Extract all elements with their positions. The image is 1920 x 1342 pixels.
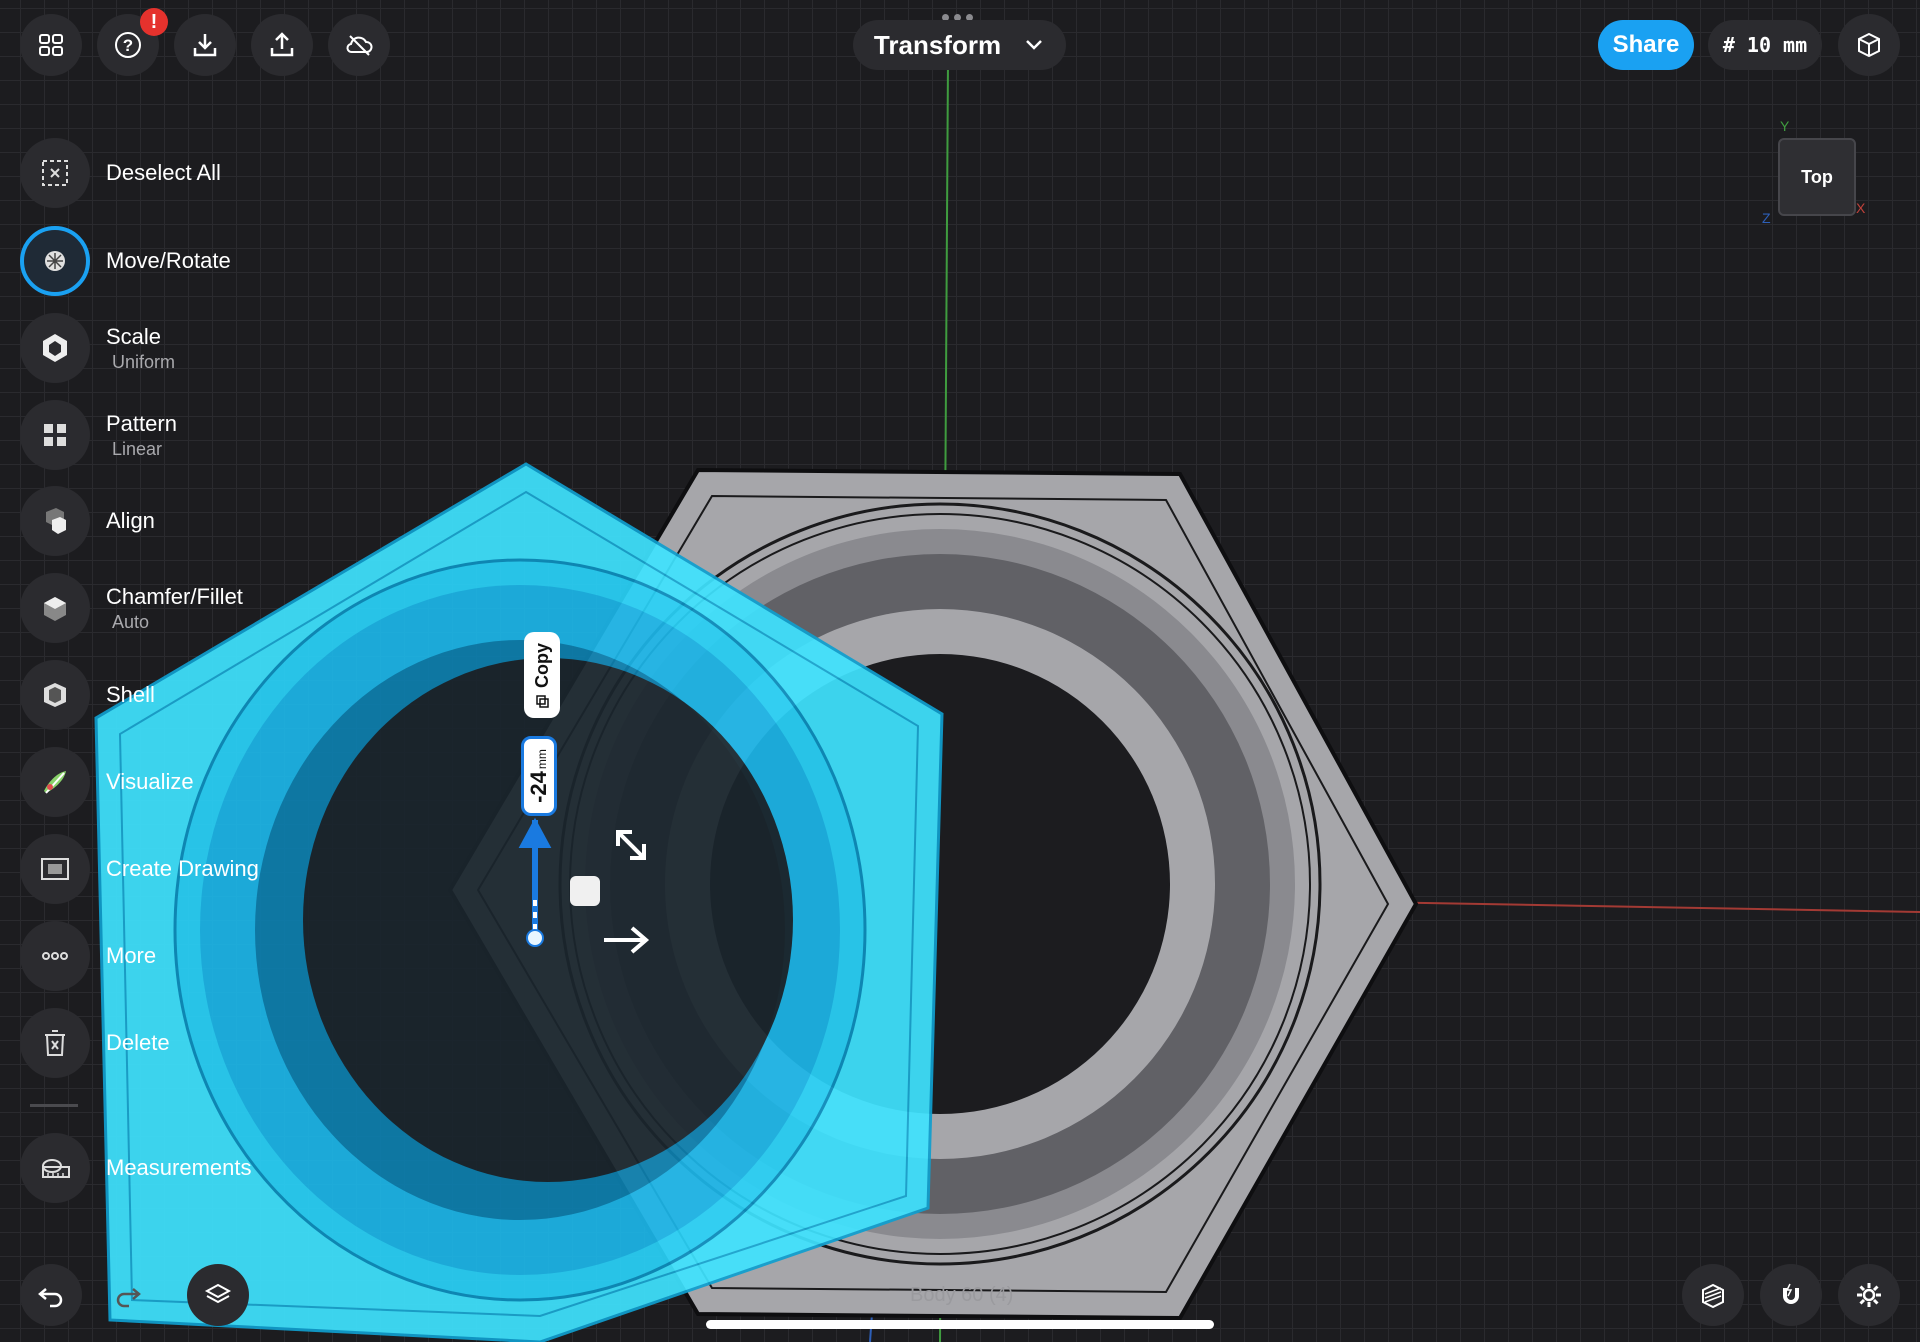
menu-sublabel: Auto — [112, 611, 150, 632]
menu-label: Move/Rotate — [106, 248, 231, 273]
home-indicator[interactable] — [706, 1320, 1214, 1329]
chamfer-fillet-icon — [20, 573, 90, 643]
section-view-button[interactable] — [1682, 1264, 1744, 1326]
section-view-icon — [1702, 1283, 1724, 1309]
deselect-all-icon — [20, 138, 90, 208]
workspace-title: Transform — [873, 29, 1002, 60]
view-cube-z-label: Z — [1762, 210, 1771, 226]
menu-item-more[interactable]: More — [20, 921, 156, 991]
menu-label: Chamfer/Fillet — [106, 583, 243, 609]
viewport-scene[interactable] — [0, 0, 1920, 1342]
view-mode-icon — [1858, 32, 1880, 58]
cloud-off-icon — [346, 35, 373, 56]
import-button[interactable] — [174, 14, 236, 76]
menu-sublabel: Uniform — [112, 351, 176, 372]
menu-item-delete[interactable]: Delete — [20, 1008, 170, 1078]
help-icon: ? — [115, 32, 141, 58]
menu-sublabel: Linear — [112, 438, 163, 459]
delete-icon — [20, 1008, 90, 1078]
visualize-icon — [20, 747, 90, 817]
export-button[interactable] — [251, 14, 313, 76]
menu-label: Scale — [106, 323, 162, 349]
more-icon — [20, 921, 90, 991]
cloud-sync-button[interactable] — [328, 14, 390, 76]
menu-label: Create Drawing — [106, 856, 259, 881]
menu-divider — [30, 1104, 78, 1107]
shell-icon — [20, 660, 90, 730]
notification-badge: ! — [140, 8, 168, 36]
pattern-icon — [20, 400, 90, 470]
distance-value: -24 — [526, 771, 552, 803]
measurements-icon — [20, 1133, 90, 1203]
export-icon — [270, 32, 294, 57]
scale-icon — [20, 313, 90, 383]
layers-icon — [204, 1283, 232, 1304]
undo-button[interactable] — [20, 1264, 82, 1326]
grid-size-button[interactable]: # 10 mm — [1708, 20, 1822, 70]
menu-label: Align — [106, 508, 155, 533]
view-mode-button[interactable] — [1838, 14, 1900, 76]
menu-label: Measurements — [106, 1155, 252, 1180]
distance-input[interactable]: -24 mm — [521, 736, 557, 816]
menu-label: Deselect All — [106, 160, 221, 185]
create-drawing-icon — [20, 834, 90, 904]
view-cube[interactable]: Top — [1778, 138, 1856, 216]
menu-label: Shell — [106, 682, 155, 707]
move-rotate-icon — [20, 226, 90, 296]
menu-label: Visualize — [106, 769, 194, 794]
gear-icon — [1857, 1283, 1881, 1307]
menu-item-deselect-all[interactable]: Deselect All — [20, 138, 221, 208]
view-cube-y-label: Y — [1780, 118, 1790, 134]
menu-item-chamfer-fillet[interactable]: Chamfer/Fillet Auto — [20, 573, 243, 643]
copy-toggle-button[interactable]: Copy — [524, 632, 560, 718]
menu-item-visualize[interactable]: Visualize — [20, 747, 194, 817]
menu-label: Pattern — [106, 410, 177, 436]
view-cube-x-label: X — [1856, 200, 1866, 216]
menu-item-create-drawing[interactable]: Create Drawing — [20, 834, 259, 904]
import-icon — [193, 34, 217, 57]
copy-icon — [535, 694, 548, 708]
menu-item-move-rotate[interactable]: Move/Rotate — [20, 226, 231, 296]
svg-text:?: ? — [123, 36, 133, 55]
distance-unit: mm — [535, 749, 550, 770]
menu-item-align[interactable]: Align — [20, 486, 155, 556]
undo-icon — [38, 1288, 63, 1308]
menu-item-pattern[interactable]: Pattern Linear — [20, 400, 177, 470]
view-cube-face: Top — [1801, 166, 1833, 187]
align-icon — [20, 486, 90, 556]
magnet-icon — [1783, 1283, 1799, 1304]
chevron-down-icon — [1026, 40, 1042, 50]
redo-icon — [116, 1288, 141, 1308]
settings-button[interactable] — [1838, 1264, 1900, 1326]
snapping-button[interactable] — [1760, 1264, 1822, 1326]
menu-item-measurements[interactable]: Measurements — [20, 1133, 252, 1203]
share-button[interactable]: Share — [1598, 20, 1694, 70]
menu-item-shell[interactable]: Shell — [20, 660, 155, 730]
redo-button[interactable] — [97, 1264, 159, 1326]
layers-button[interactable] — [187, 1264, 249, 1326]
menu-item-scale[interactable]: Scale Uniform — [20, 313, 175, 383]
copy-label: Copy — [531, 642, 552, 688]
body-label: Body 60 (4) — [910, 1284, 1014, 1306]
grid-menu-button[interactable] — [20, 14, 82, 76]
menu-label: Delete — [106, 1030, 170, 1055]
grid-icon — [39, 34, 63, 56]
menu-label: More — [106, 943, 157, 968]
workspace-title-dropdown[interactable]: Transform — [853, 20, 1066, 70]
